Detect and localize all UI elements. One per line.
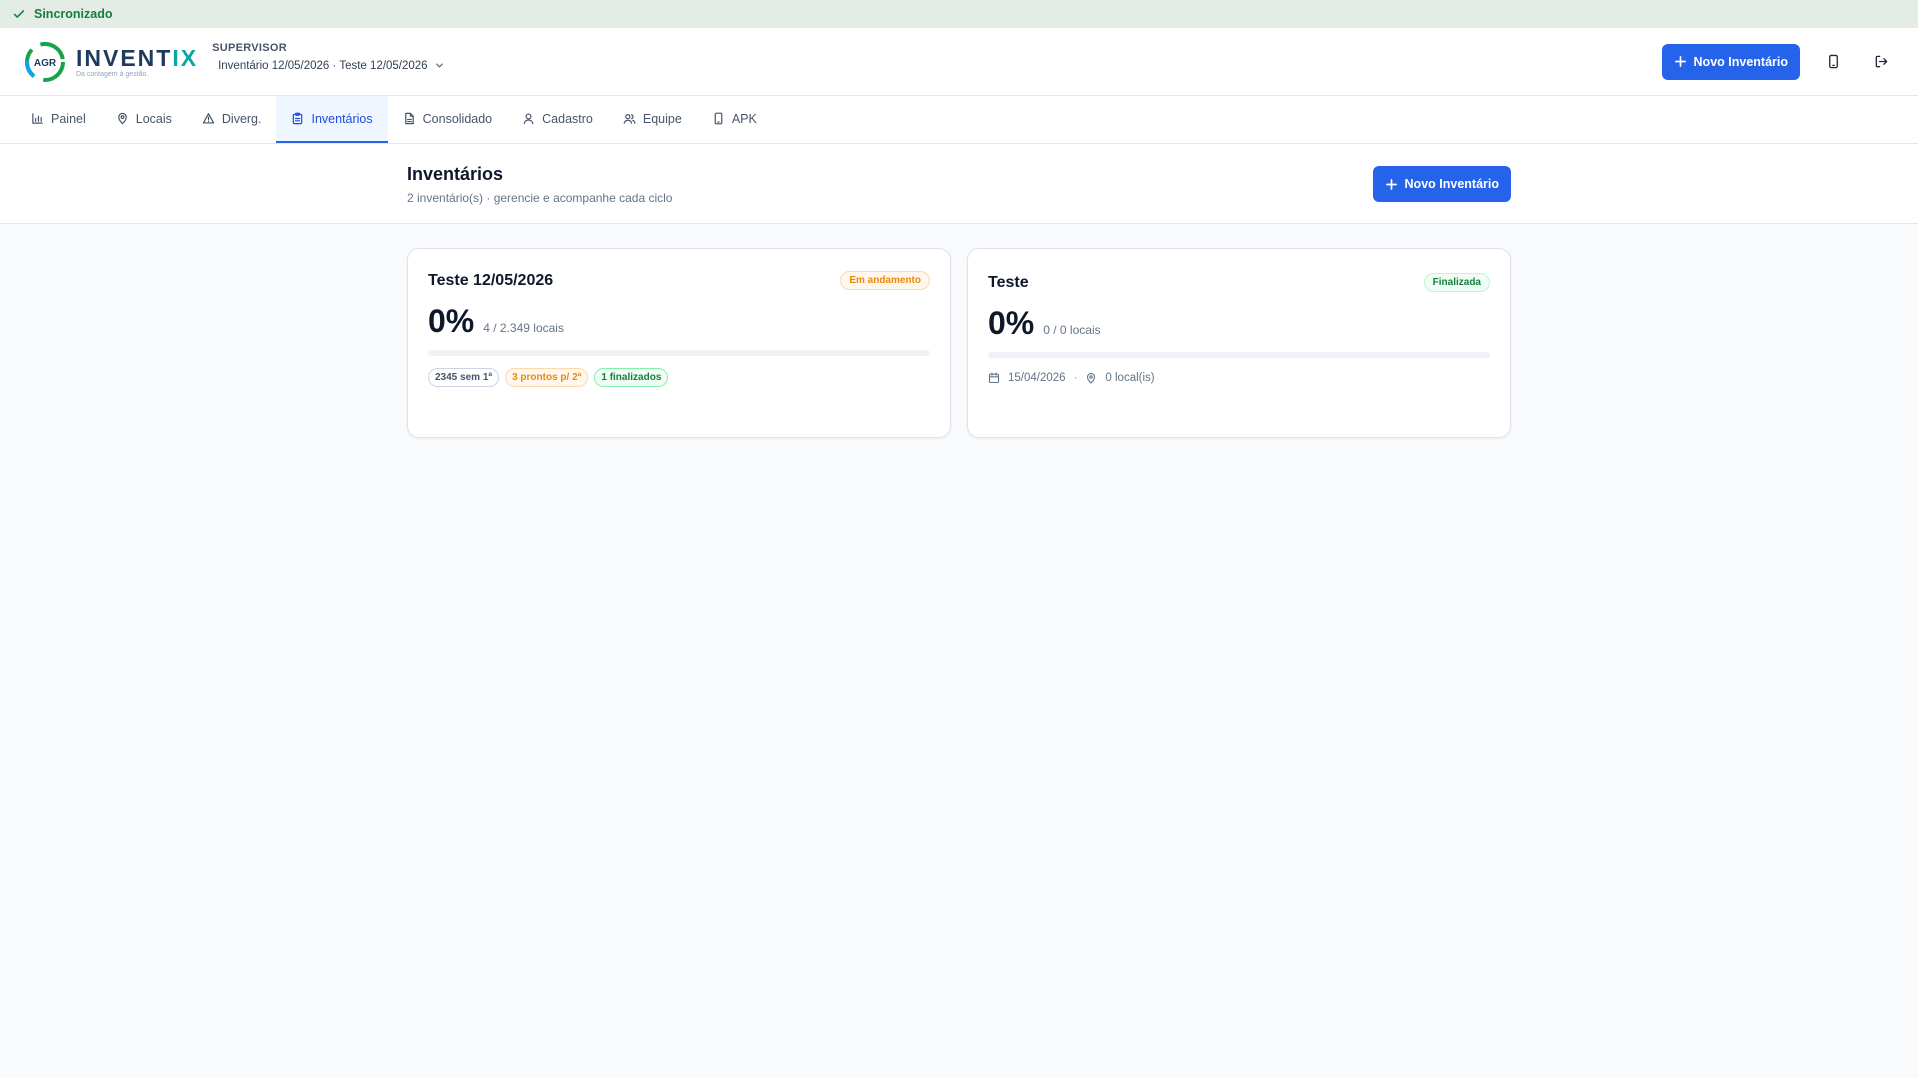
mobile-device-button[interactable] xyxy=(1818,47,1848,77)
tab-label: Cadastro xyxy=(542,111,593,126)
calendar-icon xyxy=(988,372,1000,384)
logout-icon xyxy=(1875,55,1887,68)
tab-label: Diverg. xyxy=(221,111,262,126)
users-icon xyxy=(623,113,636,124)
app-logo[interactable]: AGR INVENTIX Da contagem à gestão. xyxy=(24,41,198,83)
status-badge: Em andamento xyxy=(840,271,930,290)
tab-label: Inventários xyxy=(311,111,373,126)
file-text-icon xyxy=(404,112,414,125)
tab-label: Locais xyxy=(135,111,172,126)
tab-consolidado[interactable]: Consolidado xyxy=(388,96,508,143)
inventory-card[interactable]: Teste 12/05/2026 Em andamento 0% 4 / 2.3… xyxy=(407,248,951,438)
stage-pills: 2345 sem 1ª 3 prontos p/ 2ª 1 finalizado… xyxy=(428,368,930,387)
tab-painel[interactable]: Painel xyxy=(16,96,101,143)
context-panel: SUPERVISOR Inventário 12/05/2026 · Teste… xyxy=(212,42,445,72)
status-badge: Finalizada xyxy=(1423,273,1490,292)
main-tabs: Painel Locais Diverg. Inventários Consol… xyxy=(0,96,1918,144)
inventory-context-select[interactable]: Inventário 12/05/2026 · Teste 12/05/2026 xyxy=(212,60,445,72)
agr-logo-icon: AGR xyxy=(25,41,65,82)
page-subtitle: 2 inventário(s) · gerencie e acompanhe c… xyxy=(407,190,673,205)
new-inventory-label: Novo Inventário xyxy=(1404,177,1499,191)
separator-dot: · xyxy=(1073,372,1078,384)
clipboard-icon xyxy=(293,112,303,125)
progress-bar xyxy=(428,350,930,356)
plus-icon xyxy=(1674,56,1686,67)
tab-label: Consolidado xyxy=(422,111,493,126)
tab-label: Painel xyxy=(51,111,86,126)
inventory-context-label: Inventário 12/05/2026 · Teste 12/05/2026 xyxy=(218,59,428,72)
inventory-date: 15/04/2026 xyxy=(1008,372,1066,384)
inventory-local-count: 0 local(is) xyxy=(1105,372,1155,384)
locals-count: 4 / 2.349 locais xyxy=(483,321,564,335)
smartphone-icon xyxy=(714,112,723,125)
inventory-card[interactable]: Teste Finalizada 0% 0 / 0 locais 15/04/2… xyxy=(967,248,1511,438)
header-actions: Novo Inventário xyxy=(1661,43,1896,80)
map-pin-icon xyxy=(1087,372,1096,384)
locals-count: 0 / 0 locais xyxy=(1043,323,1101,337)
check-icon xyxy=(13,10,25,18)
new-inventory-button[interactable]: Novo Inventário xyxy=(1372,166,1511,202)
tab-label: Equipe xyxy=(642,111,682,126)
inventory-card-list: Teste 12/05/2026 Em andamento 0% 4 / 2.3… xyxy=(407,248,1511,438)
inventory-name: Teste xyxy=(988,273,1029,291)
map-pin-icon xyxy=(117,112,127,125)
logo-tagline: Da contagem à gestão. xyxy=(76,70,149,78)
sync-status-bar: Sincronizado xyxy=(0,0,1918,28)
user-icon xyxy=(523,113,534,125)
logo-word-part-b: IX xyxy=(172,44,199,71)
chevron-down-icon xyxy=(435,63,443,68)
logo-text: INVENTIX Da contagem à gestão. xyxy=(76,46,198,78)
pill-finalized: 1 finalizados xyxy=(594,368,669,387)
tab-divergencias[interactable]: Diverg. xyxy=(187,96,277,143)
user-role: SUPERVISOR xyxy=(212,41,288,54)
pill-ready-second-count: 3 prontos p/ 2ª xyxy=(505,368,589,387)
header-new-inventory-button[interactable]: Novo Inventário xyxy=(1661,43,1800,80)
tab-inventarios[interactable]: Inventários xyxy=(276,96,388,143)
tab-label: APK xyxy=(731,111,757,126)
smartphone-icon xyxy=(1828,54,1838,69)
app-header: AGR INVENTIX Da contagem à gestão. SUPER… xyxy=(0,28,1918,96)
inventory-meta: 15/04/2026 · 0 local(is) xyxy=(988,372,1490,384)
progress-percent: 0% xyxy=(428,303,475,339)
logo-word: INVENTIX xyxy=(76,46,198,70)
tab-apk[interactable]: APK xyxy=(697,96,772,143)
logo-word-part-a: INVENT xyxy=(76,44,173,71)
pill-without-first-count: 2345 sem 1ª xyxy=(428,368,500,387)
warning-icon xyxy=(202,113,215,124)
inventory-name: Teste 12/05/2026 xyxy=(428,271,554,289)
logo-badge-text: AGR xyxy=(34,58,57,69)
page-header: Inventários 2 inventário(s) · gerencie e… xyxy=(0,144,1918,224)
tab-cadastro[interactable]: Cadastro xyxy=(507,96,608,143)
bar-chart-icon xyxy=(32,113,43,124)
sync-status-label: Sincronizado xyxy=(34,7,113,21)
logout-button[interactable] xyxy=(1866,47,1896,77)
plus-icon xyxy=(1385,178,1397,190)
header-new-inventory-label: Novo Inventário xyxy=(1693,54,1788,69)
tab-locais[interactable]: Locais xyxy=(101,96,187,143)
page-title: Inventários xyxy=(407,163,504,184)
tab-equipe[interactable]: Equipe xyxy=(608,96,697,143)
progress-bar xyxy=(988,352,1490,358)
progress-percent: 0% xyxy=(988,305,1035,341)
